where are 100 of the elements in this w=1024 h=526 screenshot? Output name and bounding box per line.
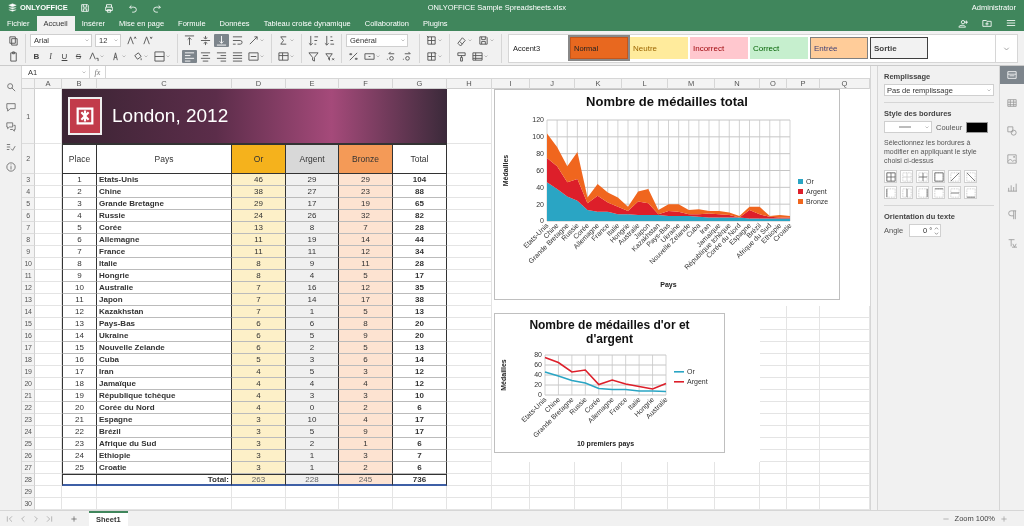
cell-style[interactable]: Correct — [750, 37, 808, 59]
table-cell: 29 — [339, 174, 393, 186]
column-title: Total — [393, 144, 447, 174]
chart-title: Nombre de médailles total — [586, 93, 748, 111]
text-style-button[interactable]: B — [30, 49, 43, 63]
table-cell: Jamaïque — [97, 378, 232, 390]
table-cell: Total: — [97, 474, 232, 486]
table-cell: 23 — [339, 186, 393, 198]
table-cell: 9 — [286, 258, 339, 270]
table-cell: 12 — [393, 378, 447, 390]
table-cell: 1 — [286, 306, 339, 318]
table-cell: Cuba — [97, 354, 232, 366]
table-cell: Hongrie — [97, 270, 232, 282]
cell-style[interactable]: Entrée — [810, 37, 868, 59]
table-cell: Japon — [97, 294, 232, 306]
table-cell: 7 — [232, 282, 286, 294]
table-cell: 11 — [62, 294, 97, 306]
table-cell: Italie — [97, 258, 232, 270]
table-cell: 263 — [232, 474, 286, 486]
table-cell: 3 — [339, 390, 393, 402]
table-cell: Corée — [97, 222, 232, 234]
table-cell: 3 — [232, 414, 286, 426]
column-title: Or — [232, 144, 286, 174]
table-cell: 6 — [62, 234, 97, 246]
chart-title: Nombre de médailles d'or et d'argent — [528, 317, 691, 348]
table-cell: 14 — [339, 234, 393, 246]
table-cell: 3 — [232, 462, 286, 474]
table-cell: 28 — [393, 258, 447, 270]
table-cell: 88 — [393, 186, 447, 198]
table-cell: 3 — [62, 198, 97, 210]
text-style-button[interactable]: S — [72, 49, 85, 63]
table-cell: Nouvelle Zelande — [97, 342, 232, 354]
table-cell: 10 — [286, 414, 339, 426]
table-cell: 15 — [62, 342, 97, 354]
table-cell: 6 — [393, 402, 447, 414]
table-cell: 8 — [339, 318, 393, 330]
table-cell: 228 — [286, 474, 339, 486]
table-cell: 5 — [286, 366, 339, 378]
table-cell: 38 — [232, 186, 286, 198]
table-cell: 17 — [393, 270, 447, 282]
table-cell: 6 — [232, 318, 286, 330]
table-cell: 14 — [286, 294, 339, 306]
table-cell: Etats-Unis — [97, 174, 232, 186]
table-cell: France — [97, 246, 232, 258]
table-cell: 12 — [393, 366, 447, 378]
cell-style[interactable]: Incorrect — [690, 37, 748, 59]
table-cell: 4 — [232, 378, 286, 390]
table-cell: 16 — [286, 282, 339, 294]
table-cell: 9 — [339, 330, 393, 342]
cell-style[interactable]: Sortie — [870, 37, 928, 59]
cell-style[interactable]: Neutre — [630, 37, 688, 59]
table-cell: 13 — [393, 306, 447, 318]
table-cell: 13 — [393, 342, 447, 354]
table-cell: 7 — [232, 294, 286, 306]
table-cell: 6 — [393, 438, 447, 450]
table-cell: 2 — [62, 186, 97, 198]
table-cell: Ukraine — [97, 330, 232, 342]
table-cell: 3 — [339, 450, 393, 462]
table-cell: 13 — [232, 222, 286, 234]
table-cell: 2 — [339, 462, 393, 474]
table-cell: 18 — [62, 378, 97, 390]
table-cell: 5 — [339, 306, 393, 318]
table-cell: 27 — [286, 186, 339, 198]
table-cell: 5 — [339, 270, 393, 282]
table-cell: 10 — [393, 390, 447, 402]
table-cell: 11 — [286, 246, 339, 258]
table-cell: 35 — [393, 282, 447, 294]
table-cell: 8 — [286, 222, 339, 234]
table-cell: 9 — [339, 426, 393, 438]
table-cell: 20 — [62, 402, 97, 414]
table-cell: 8 — [232, 258, 286, 270]
table-cell: 2 — [286, 438, 339, 450]
table-cell: 17 — [62, 366, 97, 378]
table-cell: 38 — [393, 294, 447, 306]
table-cell: 4 — [339, 414, 393, 426]
table-cell: 4 — [62, 210, 97, 222]
table-cell: République tchèque — [97, 390, 232, 402]
table-cell: 8 — [62, 258, 97, 270]
table-cell: Grande Bretagne — [97, 198, 232, 210]
table-cell: Chine — [97, 186, 232, 198]
table-cell: 17 — [286, 198, 339, 210]
table-cell: Corée du Nord — [97, 402, 232, 414]
table-cell: 17 — [393, 414, 447, 426]
table-cell: 4 — [232, 366, 286, 378]
table-cell: 5 — [62, 222, 97, 234]
table-cell: 14 — [62, 330, 97, 342]
function-button[interactable]: fx — [90, 65, 106, 79]
table-cell: Australie — [97, 282, 232, 294]
table-cell: 19 — [62, 390, 97, 402]
text-style-button[interactable]: U — [58, 49, 71, 63]
table-cell: 3 — [232, 438, 286, 450]
table-cell: 4 — [232, 390, 286, 402]
table-cell: 22 — [62, 426, 97, 438]
text-style-button[interactable]: I — [44, 49, 57, 63]
column-title: Bronze — [339, 144, 393, 174]
table-cell: Ethiopie — [97, 450, 232, 462]
table-cell: Brézil — [97, 426, 232, 438]
table-cell: 6 — [393, 462, 447, 474]
table-cell: 2 — [286, 342, 339, 354]
table-cell: Iran — [97, 366, 232, 378]
